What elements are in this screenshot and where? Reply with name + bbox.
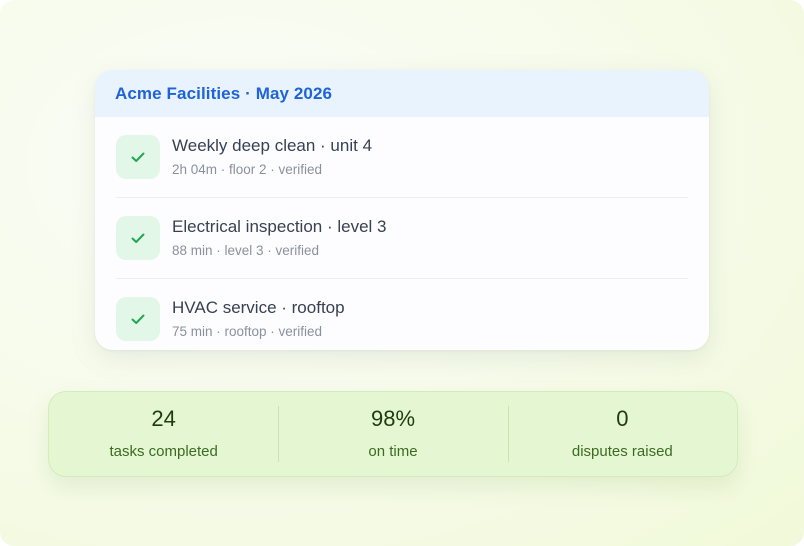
task-text: HVAC service · rooftop 75 min · rooftop … — [172, 297, 345, 341]
task-text: Electrical inspection · level 3 88 min ·… — [172, 216, 386, 260]
check-icon — [131, 152, 145, 162]
check-badge — [116, 135, 160, 179]
stat-on-time: 98% on time — [278, 392, 507, 476]
stat-tasks-completed: 24 tasks completed — [49, 392, 278, 476]
task-title: Weekly deep clean · unit 4 — [172, 136, 373, 155]
task-title: HVAC service · rooftop — [172, 298, 345, 317]
canvas: Acme Facilities · May 2026 Weekly deep c… — [0, 0, 804, 546]
task-list: Weekly deep clean · unit 4 2h 04m · floo… — [95, 117, 709, 350]
task-text: Weekly deep clean · unit 4 2h 04m · floo… — [172, 135, 372, 179]
task-card: Acme Facilities · May 2026 Weekly deep c… — [95, 70, 709, 350]
card-header: Acme Facilities · May 2026 — [95, 70, 709, 117]
card-title: Acme Facilities · May 2026 — [115, 83, 333, 103]
stat-value: 0 — [616, 406, 629, 431]
task-title: Electrical inspection · level 3 — [172, 217, 387, 236]
stat-label: disputes raised — [571, 443, 673, 460]
stat-label: tasks completed — [109, 443, 218, 460]
stat-value: 98% — [370, 406, 416, 431]
check-badge — [116, 297, 160, 341]
check-badge — [116, 216, 160, 260]
task-meta: 75 min · rooftop · verified — [172, 324, 323, 339]
task-meta: 2h 04m · floor 2 · verified — [172, 162, 323, 177]
stat-disputes-raised: 0 disputes raised — [507, 392, 737, 476]
stat-label: on time — [368, 443, 418, 460]
check-icon — [131, 233, 145, 243]
check-icon — [131, 314, 145, 324]
task-item: Weekly deep clean · unit 4 2h 04m · floo… — [116, 117, 688, 197]
task-meta: 88 min · level 3 · verified — [172, 243, 320, 258]
task-item: HVAC service · rooftop 75 min · rooftop … — [116, 278, 688, 350]
stat-value: 24 — [151, 406, 176, 431]
stats-panel: 24 tasks completed 98% on time 0 dispute… — [48, 391, 738, 477]
task-item: Electrical inspection · level 3 88 min ·… — [116, 197, 688, 278]
